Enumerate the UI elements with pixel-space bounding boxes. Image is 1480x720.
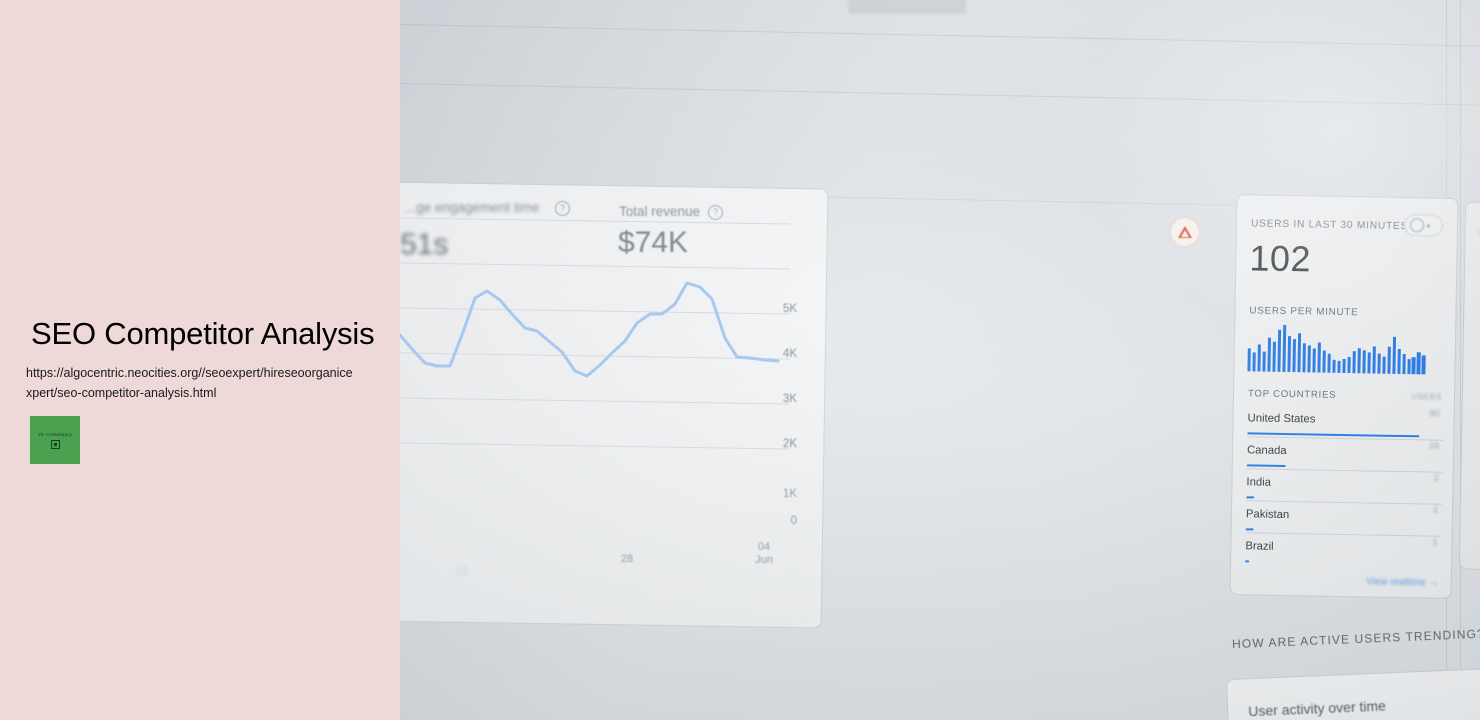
- left-info-panel: SEO Competitor Analysis https://algocent…: [0, 0, 400, 720]
- sparkline-bar: [1421, 355, 1426, 375]
- sparkline-bar: [1287, 335, 1292, 373]
- country-row[interactable]: Pakistan 2: [1245, 500, 1443, 536]
- sparkline-bar: [1322, 351, 1326, 373]
- sparkline-bar: [1396, 348, 1401, 374]
- sparkline-bar: [1372, 346, 1376, 374]
- revenue-chart-svg: [400, 217, 791, 450]
- y-tick-3k: 3K: [782, 393, 797, 405]
- sparkline-bar: [1362, 350, 1366, 374]
- country-row[interactable]: United States 80: [1247, 405, 1444, 439]
- country-row[interactable]: India 2: [1246, 468, 1443, 504]
- insights-card: Insights Your insights will appear here …: [1458, 201, 1480, 573]
- sparkline-bar: [1282, 324, 1287, 372]
- sparkline-bar: [1352, 351, 1356, 374]
- country-user-count: 1: [1432, 536, 1438, 547]
- badge-glyph-icon: [50, 439, 60, 449]
- sparkline-bar: [1376, 353, 1381, 374]
- country-bar: [1246, 496, 1255, 499]
- y-tick-1k: 1K: [782, 488, 797, 500]
- sparkline-bar: [1416, 352, 1421, 375]
- page-url: https://algocentric.neocities.org//seoex…: [26, 366, 353, 400]
- sparkline-bar: [1262, 351, 1267, 372]
- country-bar: [1245, 528, 1254, 531]
- dashboard-photo: ...ge engagement time ? 51s Total revenu…: [400, 0, 1480, 720]
- country-user-count: 2: [1432, 504, 1439, 515]
- sparkline-bar: [1342, 359, 1346, 374]
- view-realtime-link[interactable]: View realtime →: [1366, 576, 1439, 588]
- country-bar: [1246, 464, 1286, 467]
- realtime-user-count: 102: [1249, 237, 1312, 280]
- sparkline-bar: [1297, 333, 1302, 373]
- screenshot-root: ...ge engagement time ? 51s Total revenu…: [0, 0, 1480, 720]
- sparkline-bar: [1386, 346, 1391, 374]
- sparkline-bar: [1327, 354, 1331, 373]
- chart-gridlines: [400, 217, 791, 450]
- clock-icon: [1409, 218, 1425, 233]
- sparkline-bar: [1247, 348, 1252, 372]
- country-name: Canada: [1246, 444, 1287, 458]
- sparkline-bar: [1292, 338, 1297, 373]
- panel-seam: [400, 24, 1480, 47]
- country-user-count: 2: [1433, 472, 1439, 483]
- revenue-line: [400, 281, 780, 378]
- alert-warning-icon[interactable]: [1170, 217, 1200, 247]
- y-tick-2k: 2K: [782, 438, 797, 450]
- realtime-options-control[interactable]: [1403, 214, 1444, 237]
- realtime-users-card: USERS IN LAST 30 MINUTES 102 USERS PER M…: [1229, 194, 1459, 599]
- sparkline-bar: [1391, 336, 1396, 374]
- country-name: Brazil: [1245, 540, 1274, 553]
- sparkline-bar: [1406, 359, 1411, 375]
- sparkline-bar: [1332, 360, 1336, 373]
- browser-tab-blur: [848, 0, 966, 14]
- top-countries-list: United States 80 Canada 16 India 2 Pakistan 2 Br…: [1245, 405, 1444, 568]
- panel-edge: [1460, 0, 1461, 720]
- sparkline-bar: [1401, 354, 1406, 375]
- consultancy-badge[interactable]: YE Consultancy: [30, 416, 80, 464]
- consultancy-badge-label: YE Consultancy: [37, 431, 73, 437]
- sparkline-bar: [1357, 347, 1361, 374]
- trending-section-heading: HOW ARE ACTIVE USERS TRENDING?: [1231, 626, 1480, 652]
- users-column-label: USERS: [1411, 392, 1443, 402]
- country-row[interactable]: Canada 16: [1246, 436, 1444, 472]
- sparkline-bar: [1317, 342, 1322, 373]
- top-countries-label: TOP COUNTRIES: [1247, 388, 1337, 401]
- sparkline-bar: [1307, 344, 1312, 373]
- country-bar: [1245, 560, 1250, 563]
- x-tick-28: 28: [620, 553, 634, 565]
- sparkline-bar: [1277, 329, 1282, 372]
- realtime-card-title: USERS IN LAST 30 MINUTES: [1250, 218, 1409, 233]
- sparkline-bar: [1411, 357, 1416, 375]
- sparkline-bar: [1312, 347, 1317, 373]
- y-tick-0: 0: [790, 515, 797, 527]
- sparkline-bar: [1272, 341, 1277, 372]
- country-row[interactable]: Brazil 1: [1245, 532, 1442, 568]
- y-tick-5k: 5K: [782, 303, 797, 315]
- sparkline-bar: [1252, 352, 1257, 372]
- sparkline-bar: [1302, 342, 1307, 373]
- y-tick-4k: 4K: [782, 348, 797, 360]
- country-name: United States: [1247, 412, 1316, 426]
- top-countries-header: TOP COUNTRIES USERS: [1248, 388, 1442, 402]
- revenue-line-chart: 5K 4K 3K 2K: [400, 95, 800, 475]
- country-user-count: 16: [1429, 440, 1440, 451]
- sparkline-bar: [1267, 337, 1272, 372]
- users-per-minute-label: USERS PER MINUTE: [1249, 305, 1359, 319]
- sparkline-bar: [1367, 352, 1371, 374]
- country-user-count: 80: [1429, 408, 1440, 419]
- sparkline-bar: [1337, 361, 1341, 373]
- sparkline-bar: [1381, 357, 1386, 374]
- country-name: Pakistan: [1245, 508, 1290, 522]
- country-name: India: [1246, 476, 1272, 489]
- warning-triangle-glyph: [1178, 226, 1192, 238]
- x-tick-21: 21: [455, 565, 469, 577]
- page-title: SEO Competitor Analysis: [31, 316, 375, 351]
- sparkline-bar: [1257, 344, 1262, 372]
- user-activity-title: User activity over time: [1247, 697, 1387, 720]
- user-activity-card: User activity over time: [1225, 662, 1480, 720]
- sparkline-bar: [1347, 357, 1351, 374]
- users-per-minute-sparkline: [1247, 324, 1426, 375]
- more-dot-icon: [1426, 223, 1431, 227]
- x-tick-04-jun: 04 Jun: [755, 541, 773, 566]
